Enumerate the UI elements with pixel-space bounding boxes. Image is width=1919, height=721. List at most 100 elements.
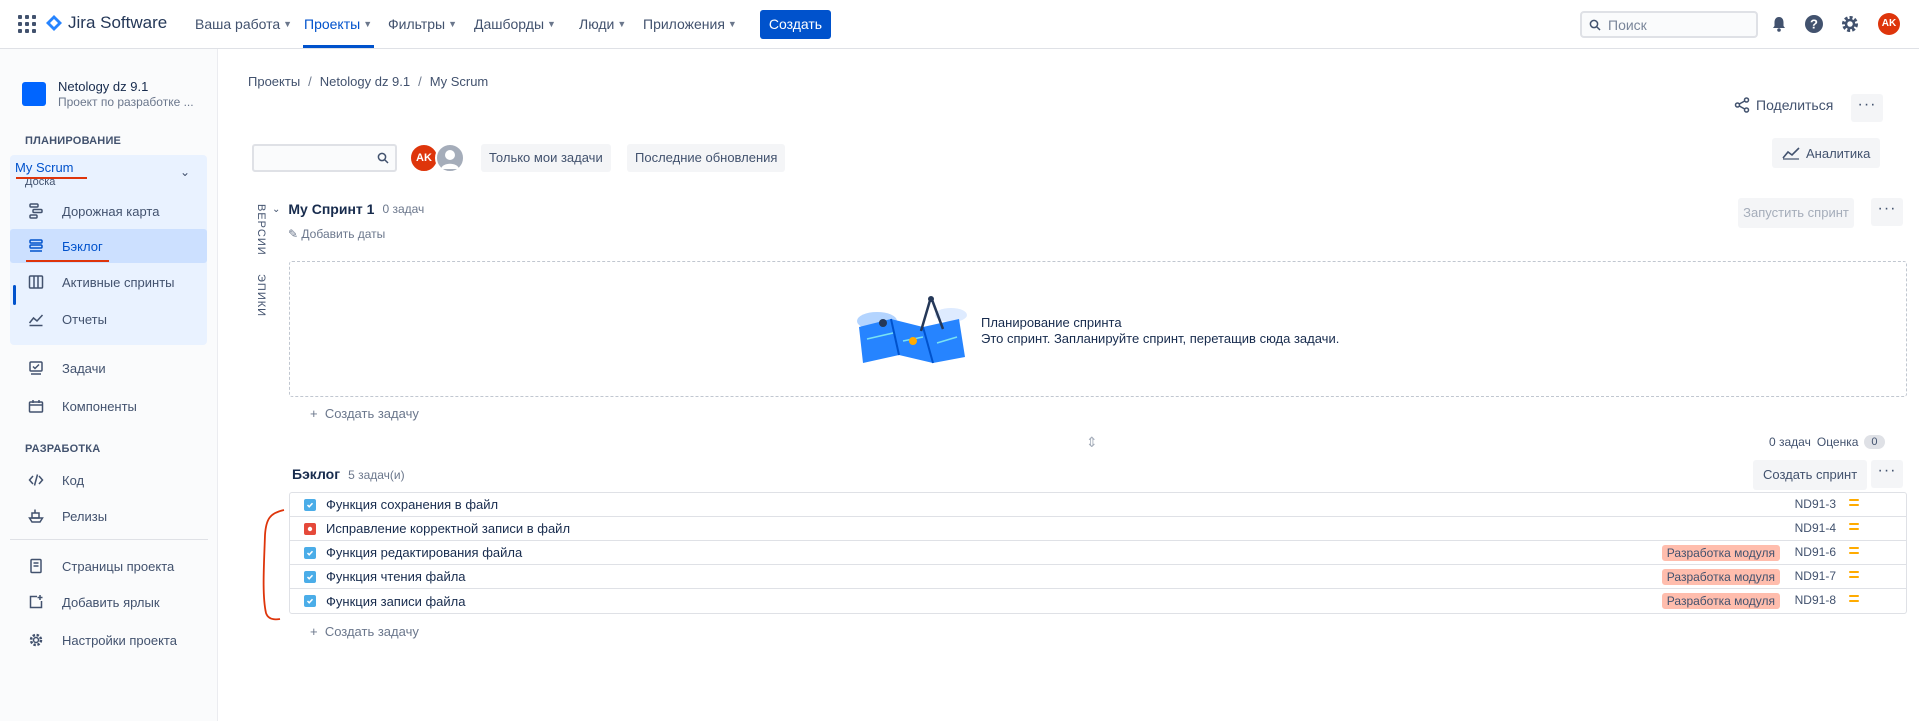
search-input[interactable]: Поиск <box>1580 11 1758 38</box>
sidebar-item-label: Релизы <box>62 508 108 524</box>
sprint-summary: 0 задач Оценка 0 <box>1769 435 1885 449</box>
versions-panel-tab[interactable]: ВЕРСИИ <box>255 204 267 256</box>
breadcrumb-separator: / <box>418 74 422 89</box>
backlog-search-input[interactable] <box>252 144 397 172</box>
project-avatar-icon <box>22 82 46 106</box>
sprint-more-actions-button[interactable]: ··· <box>1871 198 1903 226</box>
sidebar-item-label: Добавить ярлык <box>62 594 160 610</box>
table-row[interactable]: Исправление корректной записи в файл ND9… <box>290 517 1906 541</box>
create-sprint-button[interactable]: Создать спринт <box>1753 460 1868 490</box>
notifications-icon[interactable] <box>1768 13 1790 35</box>
issue-key[interactable]: ND91-3 <box>1795 497 1836 511</box>
issue-key[interactable]: ND91-7 <box>1795 569 1836 583</box>
issues-icon <box>26 358 46 378</box>
create-issue-label: Создать задачу <box>324 624 419 639</box>
epic-label[interactable]: Разработка модуля <box>1661 569 1780 585</box>
sidebar-item-project-pages[interactable]: Страницы проекта <box>10 549 207 583</box>
settings-gear-icon[interactable] <box>1839 13 1861 35</box>
empty-sprint-description: Это спринт. Запланируйте спринт, перетащ… <box>981 331 1340 346</box>
sprint-create-issue-button[interactable]: + Создать задачу <box>310 406 419 421</box>
create-button[interactable]: Создать <box>760 10 831 39</box>
task-type-icon <box>304 546 316 559</box>
sidebar-item-add-shortcut[interactable]: Добавить ярлык <box>10 585 207 619</box>
breadcrumb-separator: / <box>308 74 312 89</box>
app-switcher-icon[interactable] <box>18 15 36 33</box>
issue-summary: Функция записи файла <box>326 593 466 609</box>
active-nav-indicator <box>303 45 374 48</box>
components-icon <box>26 396 46 416</box>
sprint-issue-count: 0 задач <box>382 202 425 216</box>
page-icon <box>26 556 46 576</box>
collapse-chevron-icon[interactable]: ⌄ <box>272 204 280 215</box>
pencil-icon: ✎ <box>288 227 299 241</box>
issue-key[interactable]: ND91-8 <box>1795 593 1836 607</box>
recently-updated-filter[interactable]: Последние обновления <box>627 144 786 172</box>
insights-chart-icon <box>1782 147 1800 160</box>
more-actions-button[interactable]: ··· <box>1851 94 1883 122</box>
breadcrumb-projects[interactable]: Проекты <box>248 74 300 89</box>
nav-projects[interactable]: Проекты ▼ <box>304 16 372 32</box>
sidebar-item-project-settings[interactable]: Настройки проекта <box>10 623 207 657</box>
epic-label[interactable]: Разработка модуля <box>1661 593 1780 609</box>
priority-medium-icon <box>1849 523 1859 533</box>
unassigned-avatar-icon[interactable] <box>435 143 465 173</box>
table-row[interactable]: Функция чтения файла Разработка модуля N… <box>290 565 1906 589</box>
chevron-down-icon: ▼ <box>448 19 458 29</box>
sidebar-item-issues[interactable]: Задачи <box>10 351 207 385</box>
sprint-planning-illustration-icon <box>857 296 967 364</box>
sidebar-item-active-sprints[interactable]: Активные спринты <box>10 265 207 299</box>
backlog-create-issue-button[interactable]: + Создать задачу <box>310 624 419 639</box>
issue-key[interactable]: ND91-6 <box>1795 545 1836 559</box>
nav-apps[interactable]: Приложения ▼ <box>643 16 737 32</box>
sidebar-item-backlog[interactable]: Бэклог <box>10 229 207 263</box>
add-dates-link[interactable]: ✎ Добавить даты <box>288 227 385 241</box>
sidebar-item-reports[interactable]: Отчеты <box>10 302 207 336</box>
sidebar-item-components[interactable]: Компоненты <box>10 389 207 423</box>
releases-ship-icon <box>26 506 46 526</box>
chevron-down-icon[interactable]: ⌄ <box>180 165 190 179</box>
user-avatar[interactable]: AK <box>1878 13 1900 35</box>
breadcrumb-board[interactable]: My Scrum <box>430 74 489 89</box>
epic-label[interactable]: Разработка модуля <box>1661 545 1780 561</box>
sidebar-item-code[interactable]: Код <box>10 463 207 497</box>
breadcrumb-project[interactable]: Netology dz 9.1 <box>320 74 410 89</box>
epics-panel-tab[interactable]: ЭПИКИ <box>255 274 267 317</box>
sidebar-item-label: Настройки проекта <box>62 632 177 648</box>
create-issue-label: Создать задачу <box>324 406 419 421</box>
help-icon[interactable]: ? <box>1803 13 1825 35</box>
backlog-header: Бэклог 5 задач(и) <box>292 466 405 482</box>
chevron-down-icon: ▼ <box>617 19 627 29</box>
annotation-underline <box>16 177 87 179</box>
share-button[interactable]: Поделиться <box>1734 97 1833 113</box>
project-description: Проект по разработке ... <box>58 95 194 109</box>
sidebar-item-releases[interactable]: Релизы <box>10 499 207 533</box>
table-row[interactable]: Функция записи файла Разработка модуля N… <box>290 589 1906 613</box>
table-row[interactable]: Функция редактирования файла Разработка … <box>290 541 1906 565</box>
planning-section-title: ПЛАНИРОВАНИЕ <box>25 135 122 147</box>
nav-people[interactable]: Люди ▼ <box>579 16 626 32</box>
nav-label: Ваша работа <box>195 16 281 32</box>
board-selector[interactable]: My Scrum <box>15 160 74 175</box>
issue-key[interactable]: ND91-4 <box>1795 521 1836 535</box>
app-name: Jira Software <box>68 13 168 32</box>
settings-gear-icon <box>26 630 46 650</box>
project-name[interactable]: Netology dz 9.1 <box>58 79 148 94</box>
resize-handle-icon[interactable]: ⇕ <box>1086 434 1098 451</box>
nav-filters[interactable]: Фильтры ▼ <box>388 16 457 32</box>
insights-button[interactable]: Аналитика <box>1772 138 1881 168</box>
sidebar-item-label: Отчеты <box>62 311 107 327</box>
nav-dashboards[interactable]: Дашборды ▼ <box>474 16 556 32</box>
backlog-more-actions-button[interactable]: ··· <box>1871 460 1903 488</box>
jira-logo[interactable]: Jira Software <box>46 13 167 33</box>
reports-chart-icon <box>26 309 46 329</box>
sidebar-item-roadmap[interactable]: Дорожная карта <box>10 194 207 228</box>
nav-your-work[interactable]: Ваша работа ▼ <box>195 16 292 32</box>
backlog-issue-list: Функция сохранения в файл ND91-3 Исправл… <box>289 492 1907 614</box>
only-my-issues-filter[interactable]: Только мои задачи <box>481 144 611 172</box>
estimate-badge: 0 <box>1864 435 1885 449</box>
issue-summary: Функция сохранения в файл <box>326 497 499 512</box>
breadcrumb: Проекты / Netology dz 9.1 / My Scrum <box>248 74 488 89</box>
start-sprint-button[interactable]: Запустить спринт <box>1738 198 1854 228</box>
add-shortcut-icon <box>26 592 46 612</box>
table-row[interactable]: Функция сохранения в файл ND91-3 <box>290 493 1906 517</box>
